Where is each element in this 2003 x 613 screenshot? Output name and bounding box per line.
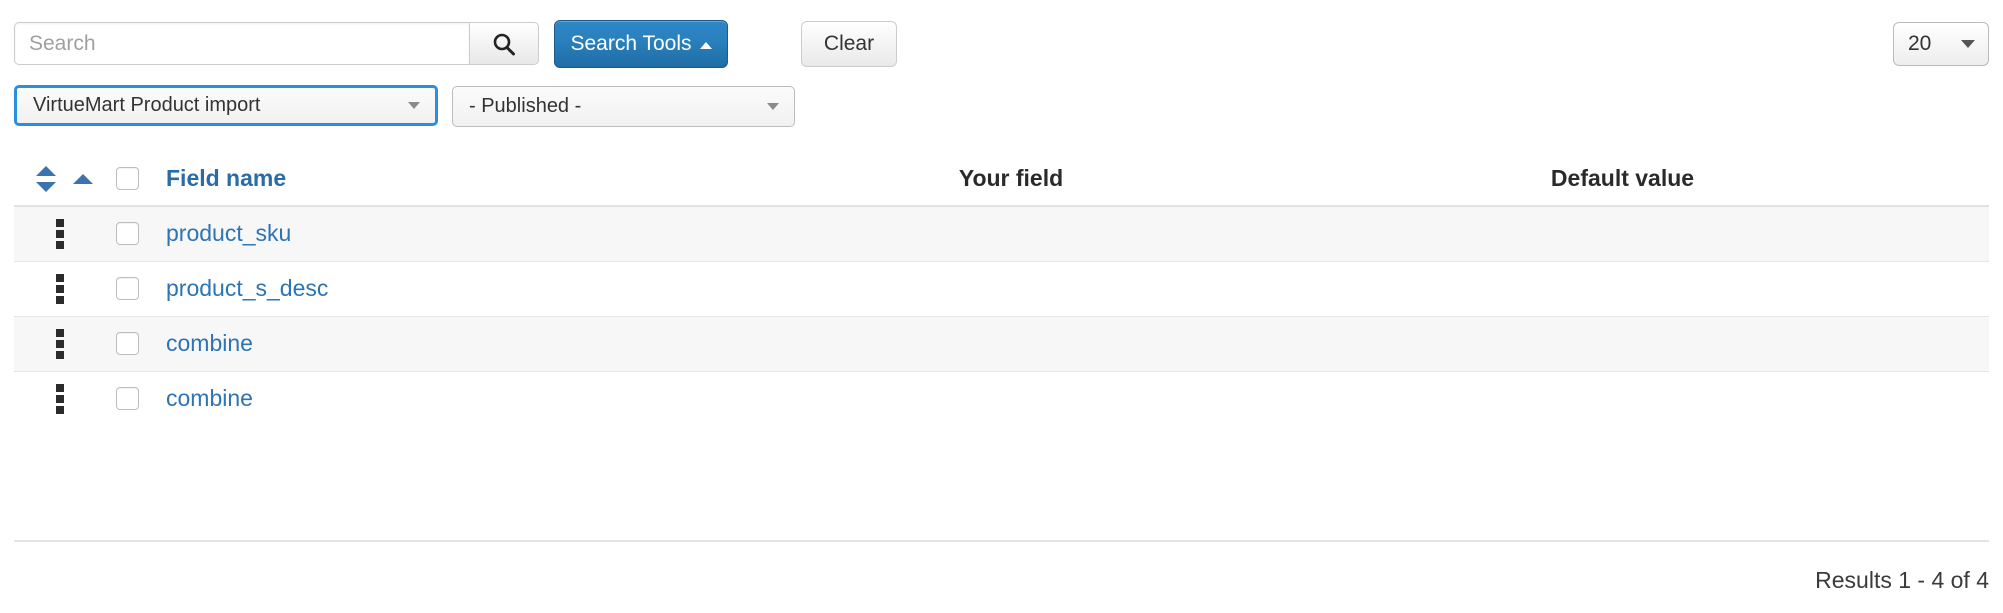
clear-button[interactable]: Clear: [801, 21, 897, 67]
filter-published-state-value: - Published -: [469, 95, 582, 117]
row-your-field-cell: [766, 371, 1256, 426]
table-header: Field name Your field Default value: [14, 152, 1989, 207]
row-drag-cell: [14, 371, 114, 426]
search-tools-label: Search Tools: [570, 32, 692, 55]
table-row: combine: [14, 371, 1989, 426]
row-default-value-cell: [1256, 205, 1989, 262]
row-checkbox[interactable]: [116, 222, 139, 246]
row-checkbox[interactable]: [116, 332, 139, 355]
row-checkbox[interactable]: [116, 277, 139, 300]
drag-handle-icon[interactable]: [56, 383, 66, 414]
chevron-down-icon: [767, 103, 779, 110]
row-your-field-cell: [766, 261, 1256, 316]
row-default-value-cell: [1256, 371, 1989, 426]
filter-import-type-value: VirtueMart Product import: [33, 94, 261, 116]
row-field-name-cell: product_s_desc: [166, 261, 766, 316]
column-header-field-name-link[interactable]: Field name: [166, 165, 286, 191]
row-field-name-link[interactable]: combine: [166, 330, 253, 356]
drag-handle-icon[interactable]: [56, 273, 66, 304]
row-field-name-link[interactable]: product_sku: [166, 220, 291, 246]
column-header-sort: [14, 152, 114, 207]
row-field-name-cell: product_sku: [166, 205, 766, 262]
row-drag-cell: [14, 205, 114, 262]
column-header-default-value: Default value: [1256, 152, 1989, 207]
results-counter: Results 1 - 4 of 4: [1815, 567, 1989, 593]
table-header-row: Field name Your field Default value: [14, 152, 1989, 207]
drag-handle-icon[interactable]: [56, 328, 66, 359]
column-header-select-all: [114, 152, 166, 207]
row-default-value-cell: [1256, 315, 1989, 372]
search-tools-button[interactable]: Search Tools: [554, 20, 728, 68]
drag-handle-icon[interactable]: [56, 218, 66, 249]
table-footer: Results 1 - 4 of 4: [14, 540, 1989, 613]
search-input[interactable]: [14, 22, 469, 65]
chevron-down-icon: [1961, 40, 1975, 48]
sort-ascending-icon[interactable]: [73, 173, 93, 184]
row-your-field-cell: [766, 315, 1256, 372]
row-select-cell: [114, 205, 166, 262]
table-body: product_sku product_s_desc combine combi…: [14, 205, 1989, 426]
sort-updown-icon[interactable]: [36, 165, 56, 192]
row-field-name-link[interactable]: product_s_desc: [166, 275, 328, 301]
row-your-field-cell: [766, 205, 1256, 262]
row-drag-cell: [14, 315, 114, 372]
field-mapping-table-wrapper: Field name Your field Default value prod…: [14, 152, 1989, 426]
search-toolbar: Search Tools Clear 20: [0, 0, 2003, 86]
column-header-your-field-label: Your field: [958, 165, 1064, 191]
search-icon: [491, 31, 517, 57]
filter-bar: VirtueMart Product import - Published -: [0, 83, 2003, 143]
field-mapping-table: Field name Your field Default value prod…: [14, 152, 1989, 426]
column-header-your-field: Your field: [766, 152, 1256, 207]
sort-controls: [14, 165, 114, 192]
row-select-cell: [114, 371, 166, 426]
row-checkbox[interactable]: [116, 387, 139, 411]
filter-import-type-select[interactable]: VirtueMart Product import: [14, 85, 438, 126]
chevron-down-icon: [408, 102, 420, 109]
table-row: product_sku: [14, 205, 1989, 262]
row-field-name-cell: combine: [166, 371, 766, 426]
list-limit-value: 20: [1908, 32, 1932, 55]
row-drag-cell: [14, 261, 114, 316]
search-submit-button[interactable]: [469, 22, 539, 65]
row-field-name-cell: combine: [166, 315, 766, 372]
table-row: combine: [14, 315, 1989, 372]
row-select-cell: [114, 315, 166, 372]
column-header-field-name: Field name: [166, 152, 766, 207]
column-header-default-value-label: Default value: [1550, 165, 1695, 191]
list-limit-select[interactable]: 20: [1893, 22, 1989, 66]
caret-up-icon: [699, 41, 712, 49]
row-select-cell: [114, 261, 166, 316]
row-field-name-link[interactable]: combine: [166, 385, 253, 411]
filter-published-state-select[interactable]: - Published -: [452, 86, 795, 127]
table-row: product_s_desc: [14, 261, 1989, 316]
search-group: [14, 22, 539, 65]
select-all-checkbox[interactable]: [116, 167, 139, 190]
row-default-value-cell: [1256, 261, 1989, 316]
